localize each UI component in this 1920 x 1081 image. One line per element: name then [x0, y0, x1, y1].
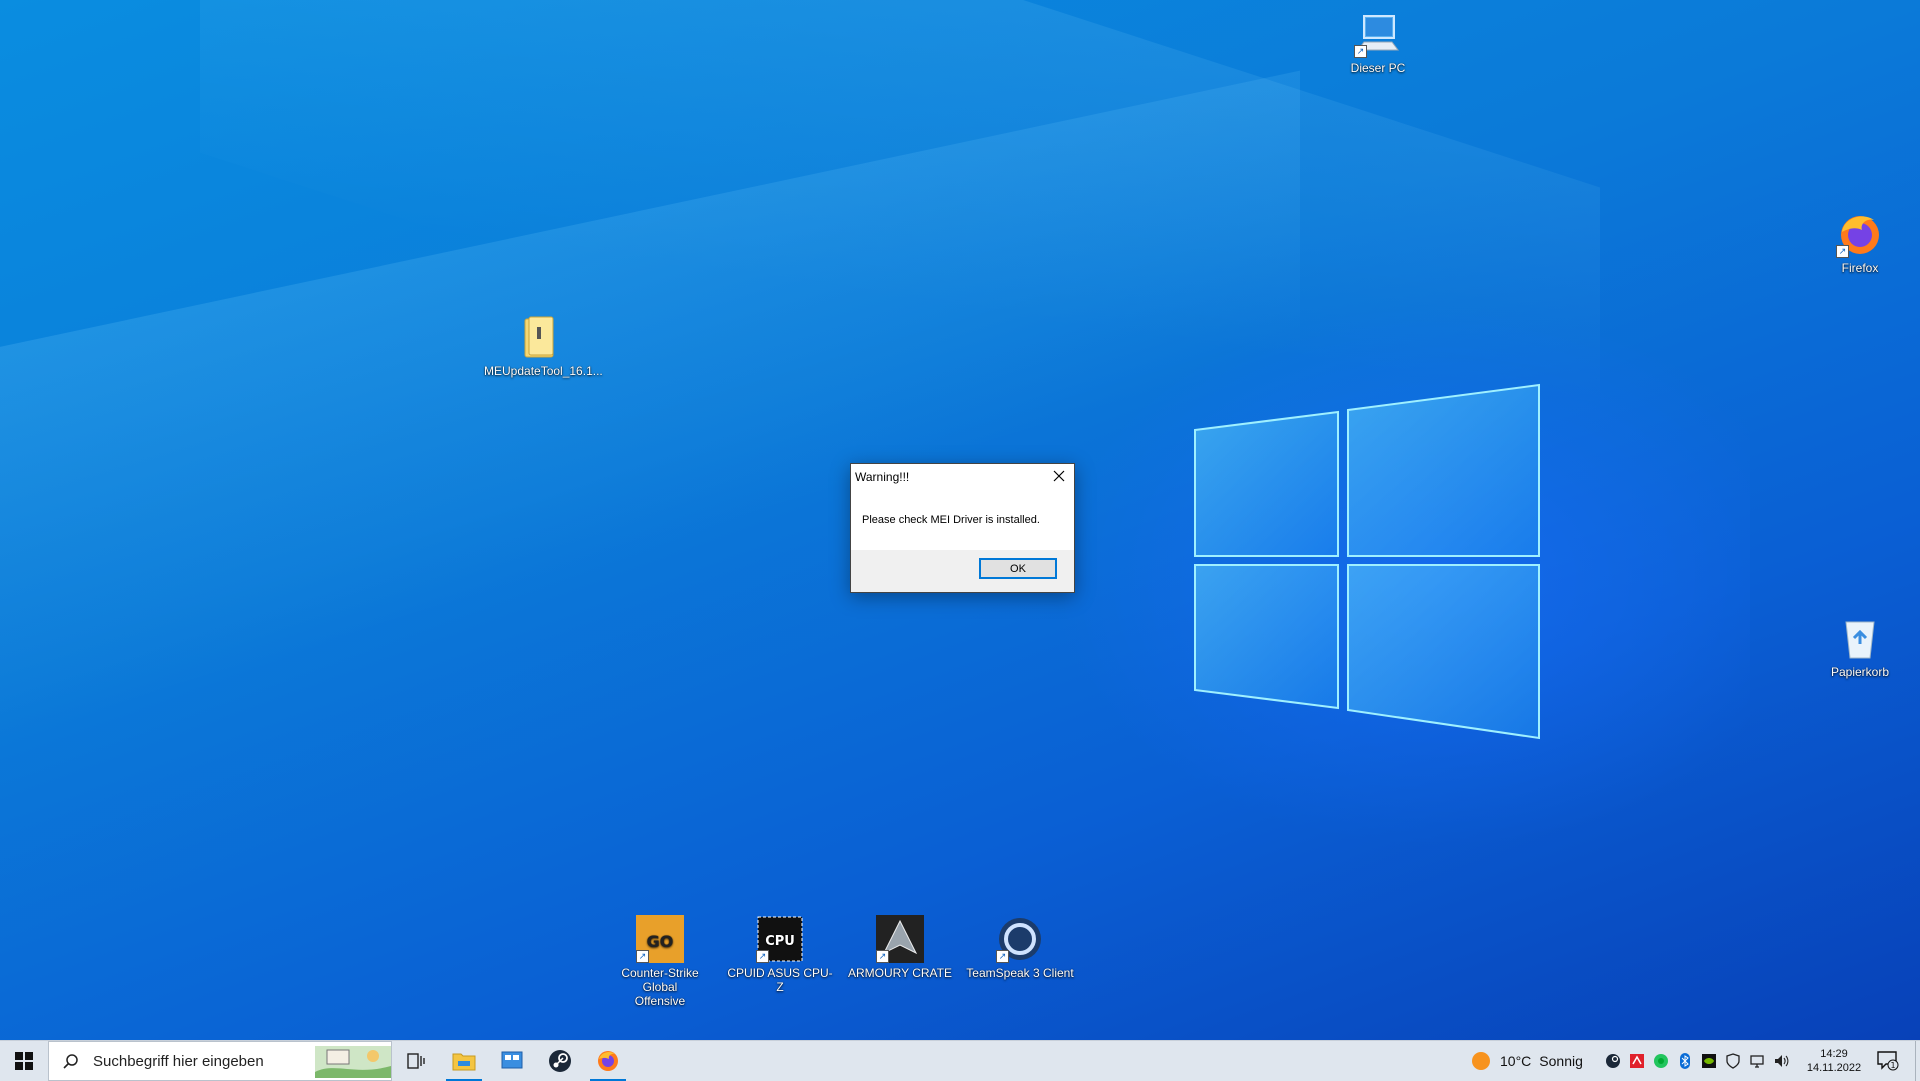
windows-start-icon [15, 1052, 33, 1070]
desktop-icon-label: MEUpdateTool_16.1... [484, 364, 603, 378]
desktop-icon-label-line1: Counter-Strike Global [621, 966, 699, 994]
tray-bluetooth-icon[interactable] [1675, 1051, 1695, 1071]
armoury-crate-icon: ↗ [876, 915, 924, 963]
desktop-icon-label: CPUID ASUS CPU-Z [727, 966, 833, 994]
dialog-footer: OK [851, 550, 1074, 592]
sun-icon [1472, 1052, 1490, 1070]
desktop-icon-label: ARMOURY CRATE [847, 966, 952, 980]
desktop-icon-teamspeak[interactable]: ↗ TeamSpeak 3 Client [965, 915, 1075, 980]
taskbar: Suchbegriff hier eingeben 10°C Sonnig 14… [0, 1040, 1920, 1081]
task-view-button[interactable] [392, 1041, 440, 1081]
desktop-icon-label: TeamSpeak 3 Client [966, 966, 1074, 980]
firefox-icon [598, 1051, 618, 1071]
taskbar-firefox[interactable] [584, 1041, 632, 1081]
steam-icon [549, 1050, 571, 1072]
desktop: ↗ Dieser PC ↗ Firefox MEUpdateTool_16.1.… [0, 0, 1920, 1040]
taskbar-control-panel[interactable] [488, 1041, 536, 1081]
system-tray [1603, 1041, 1803, 1081]
weather-widget[interactable]: 10°C Sonnig [1470, 1041, 1600, 1081]
tray-security-icon[interactable] [1723, 1051, 1743, 1071]
tray-razer-icon[interactable] [1651, 1051, 1671, 1071]
tray-app-red-icon[interactable] [1627, 1051, 1647, 1071]
desktop-icon-label-line2: Offensive [634, 994, 686, 1008]
clock-date: 14.11.2022 [1806, 1062, 1862, 1074]
desktop-icon-recycle-bin[interactable]: Papierkorb [1805, 614, 1915, 679]
desktop-icon-label: Papierkorb [1830, 665, 1890, 679]
control-panel-icon [501, 1051, 523, 1069]
desktop-icon-label: Firefox [1841, 261, 1879, 275]
tray-steam-icon[interactable] [1603, 1051, 1623, 1071]
taskbar-file-explorer[interactable] [440, 1041, 488, 1081]
desktop-icon-csgo[interactable]: GO ↗ Counter-Strike Global Offensive [605, 915, 715, 1008]
recycle-bin-icon [1836, 614, 1884, 662]
close-icon [1053, 470, 1065, 482]
desktop-icon-armoury-crate[interactable]: ↗ ARMOURY CRATE [845, 915, 955, 980]
monitor-icon: ↗ [1354, 10, 1402, 58]
desktop-icon-label: Dieser PC [1350, 61, 1406, 75]
notification-count: 1 [1890, 1061, 1895, 1070]
desktop-icon-this-pc[interactable]: ↗ Dieser PC [1323, 10, 1433, 75]
clock-time: 14:29 [1820, 1048, 1848, 1060]
dialog-close-button[interactable] [1044, 464, 1074, 488]
taskbar-clock[interactable]: 14:29 14.11.2022 [1800, 1041, 1868, 1081]
folder-icon [452, 1053, 476, 1071]
svg-text:GO: GO [647, 932, 674, 951]
warning-dialog: Warning!!! Please check MEI Driver is in… [850, 463, 1075, 593]
tray-nvidia-icon[interactable] [1699, 1051, 1719, 1071]
light-beam-lower [0, 70, 1300, 950]
dialog-message: Please check MEI Driver is installed. [862, 514, 1040, 526]
folder-zip-icon [515, 313, 563, 361]
windows-wallpaper-logo-icon [1194, 383, 1540, 740]
firefox-icon: ↗ [1836, 210, 1884, 258]
show-desktop-button[interactable] [1915, 1041, 1920, 1081]
dialog-title: Warning!!! [855, 470, 910, 484]
search-icon [63, 1054, 78, 1069]
weather-temperature: 10°C [1500, 1053, 1532, 1069]
teamspeak-icon: ↗ [996, 915, 1044, 963]
taskbar-steam[interactable] [536, 1041, 584, 1081]
search-placeholder: Suchbegriff hier eingeben [93, 1052, 264, 1070]
action-center-button[interactable]: 1 [1868, 1041, 1908, 1081]
desktop-icon-cpuz[interactable]: CPU ↗ CPUID ASUS CPU-Z [725, 915, 835, 994]
svg-text:CPU: CPU [765, 934, 795, 949]
taskbar-search-box[interactable]: Suchbegriff hier eingeben [48, 1041, 392, 1081]
tray-volume-icon[interactable] [1771, 1051, 1791, 1071]
weather-description: Sonnig [1539, 1053, 1583, 1069]
notification-icon: 1 [1877, 1051, 1899, 1071]
task-view-icon [407, 1053, 425, 1069]
search-highlight-illustration-icon [315, 1046, 391, 1078]
desktop-icon-firefox[interactable]: ↗ Firefox [1805, 210, 1915, 275]
ok-button[interactable]: OK [979, 558, 1057, 579]
csgo-icon: GO ↗ [636, 915, 684, 963]
cpuz-icon: CPU ↗ [756, 915, 804, 963]
start-button[interactable] [0, 1041, 48, 1081]
desktop-icon-meupdate[interactable]: MEUpdateTool_16.1... [484, 313, 603, 378]
tray-network-icon[interactable] [1747, 1051, 1767, 1071]
